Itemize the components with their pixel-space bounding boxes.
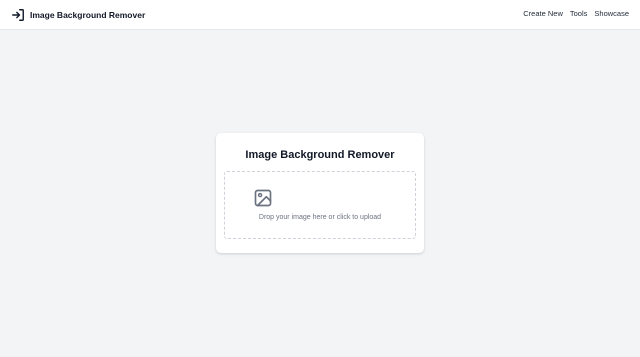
sign-in-arrow-icon [12, 9, 24, 21]
nav-link-showcase[interactable]: Showcase [594, 9, 629, 18]
nav-link-tools[interactable]: Tools [570, 9, 588, 18]
dropzone-instruction: Drop your image here or click to upload [258, 214, 382, 221]
card-title: Image Background Remover [245, 149, 395, 161]
top-navigation-bar: Image Background Remover Create New Tool… [0, 0, 640, 30]
main-nav: Create New Tools Showcase [523, 9, 629, 18]
image-icon [254, 189, 272, 207]
brand-home-link[interactable]: Image Background Remover [11, 7, 145, 23]
brand-title: Image Background Remover [30, 10, 146, 20]
image-upload-dropzone[interactable]: Drop your image here or click to upload [224, 171, 416, 239]
upload-card: Image Background Remover Drop your image… [216, 133, 424, 253]
nav-link-create-new[interactable]: Create New [523, 9, 563, 18]
